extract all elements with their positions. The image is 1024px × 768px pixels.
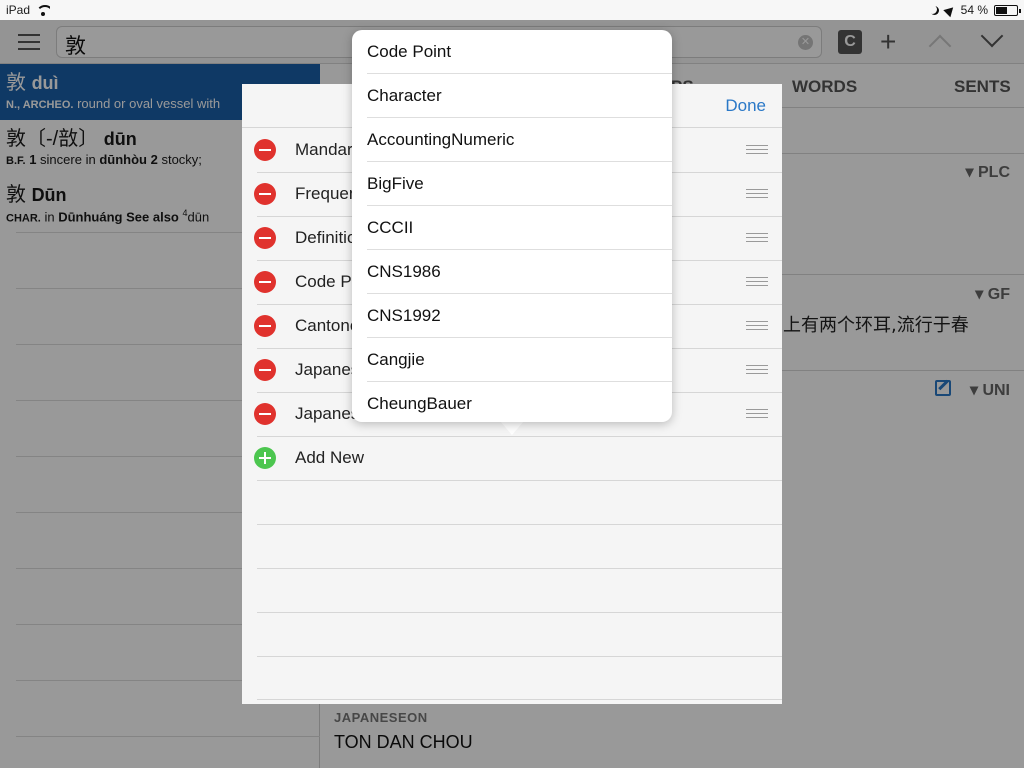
- menu-item-cns1986[interactable]: CNS1986: [352, 250, 672, 294]
- delete-icon[interactable]: [254, 271, 276, 293]
- delete-icon[interactable]: [254, 315, 276, 337]
- menu-item-cccii[interactable]: CCCII: [352, 206, 672, 250]
- row-divider: [257, 568, 782, 569]
- reorder-icon[interactable]: [746, 409, 768, 419]
- status-left: iPad: [6, 3, 51, 17]
- reorder-icon[interactable]: [746, 233, 768, 243]
- add-icon[interactable]: [254, 447, 276, 469]
- menu-item-code-point[interactable]: Code Point: [352, 30, 672, 74]
- battery-icon: [994, 4, 1021, 16]
- wifi-icon: [36, 4, 51, 16]
- battery-percent: 54 %: [960, 3, 988, 17]
- delete-icon[interactable]: [254, 359, 276, 381]
- menu-item-cns1992[interactable]: CNS1992: [352, 294, 672, 338]
- row-divider: [257, 524, 782, 525]
- reorder-icon[interactable]: [746, 321, 768, 331]
- status-bar: iPad 54 %: [0, 0, 1024, 20]
- row-divider: [257, 612, 782, 613]
- device-label: iPad: [6, 3, 31, 17]
- delete-icon[interactable]: [254, 183, 276, 205]
- done-button[interactable]: Done: [725, 96, 766, 116]
- menu-item-cheung-bauer[interactable]: CheungBauer: [352, 382, 672, 426]
- row-divider: [257, 480, 782, 481]
- row-divider: [257, 656, 782, 657]
- menu-item-accounting-numeric[interactable]: AccountingNumeric: [352, 118, 672, 162]
- moon-icon: [930, 6, 939, 15]
- reorder-icon[interactable]: [746, 277, 768, 287]
- reorder-icon[interactable]: [746, 145, 768, 155]
- add-new-label: Add New: [295, 448, 364, 467]
- reorder-icon[interactable]: [746, 365, 768, 375]
- battery-fill: [996, 6, 1007, 14]
- add-new-row[interactable]: Add New: [242, 436, 782, 480]
- menu-item-big-five[interactable]: BigFive: [352, 162, 672, 206]
- location-icon: [942, 3, 957, 17]
- delete-icon[interactable]: [254, 403, 276, 425]
- reorder-icon[interactable]: [746, 189, 768, 199]
- menu-item-character[interactable]: Character: [352, 74, 672, 118]
- delete-icon[interactable]: [254, 139, 276, 161]
- delete-icon[interactable]: [254, 227, 276, 249]
- status-right: 54 %: [930, 3, 1021, 17]
- field-picker-popover: Code Point Character AccountingNumeric B…: [352, 30, 672, 422]
- row-divider: [257, 699, 782, 700]
- menu-item-cangjie[interactable]: Cangjie: [352, 338, 672, 382]
